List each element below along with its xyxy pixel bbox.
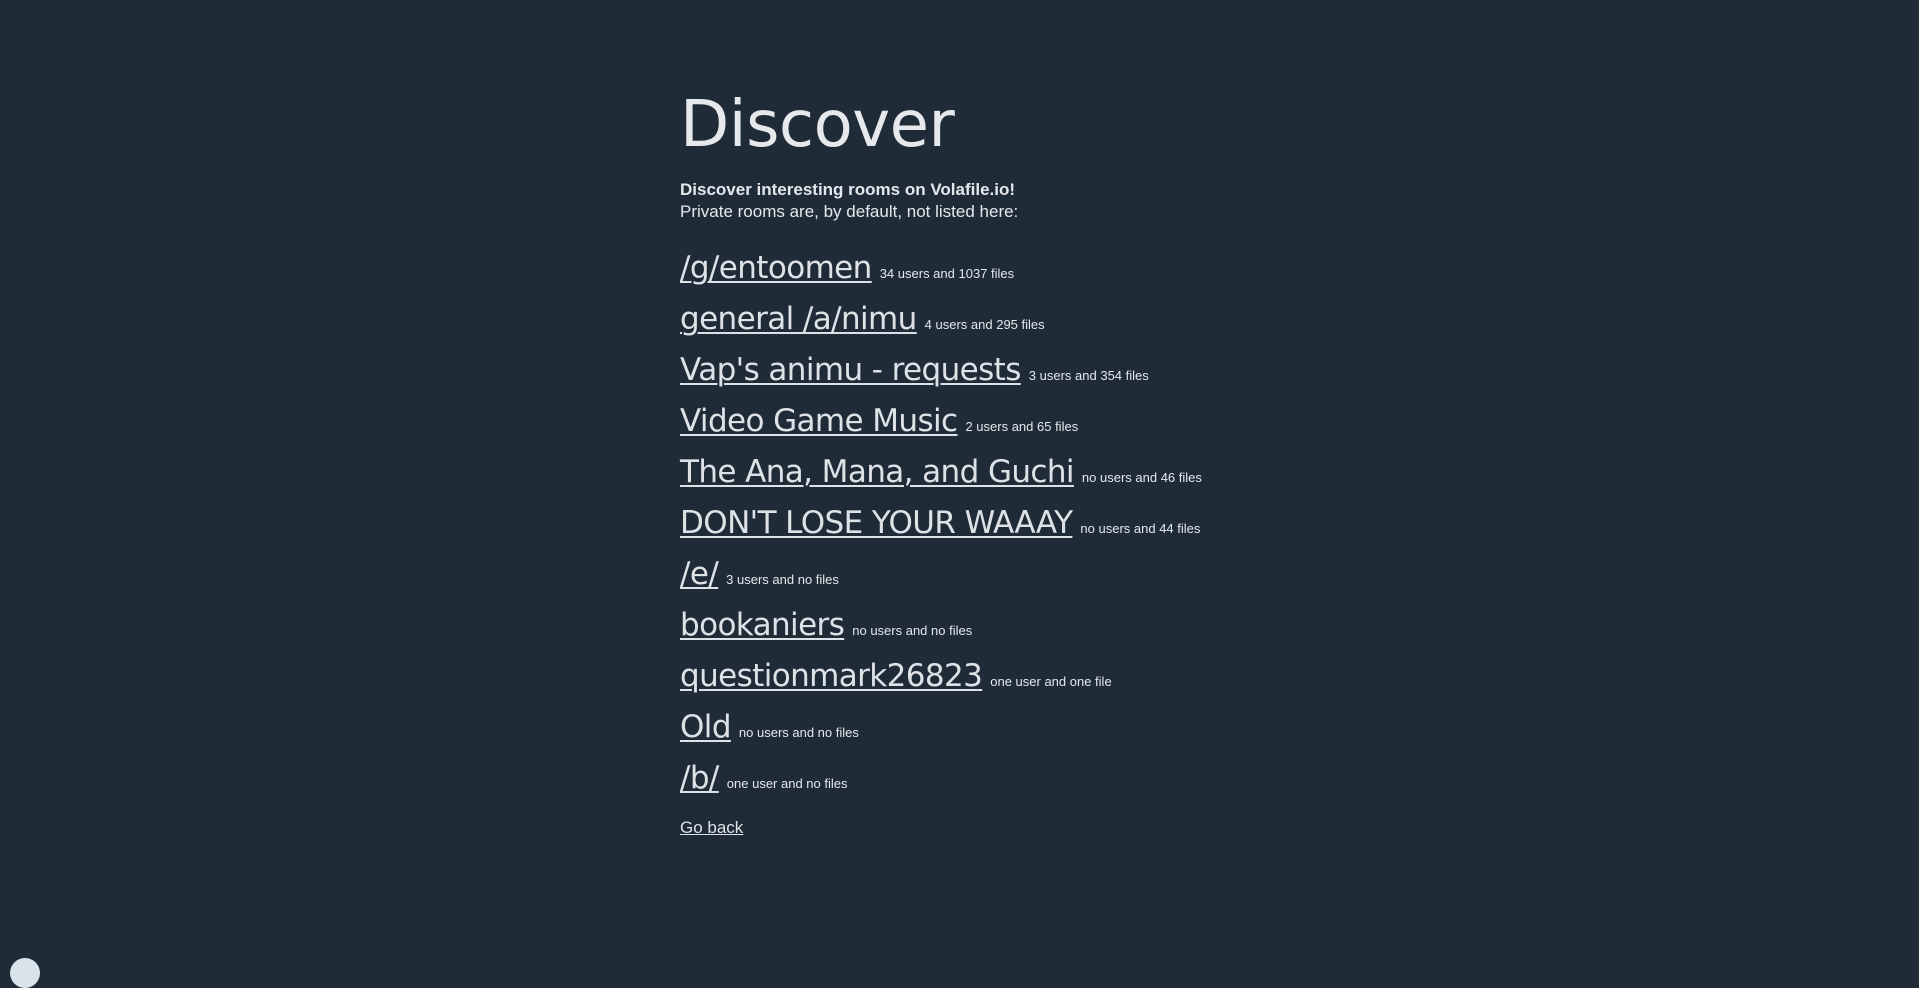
room-link[interactable]: The Ana, Mana, and Guchi	[680, 454, 1075, 490]
discover-page: Discover Discover interesting rooms on V…	[680, 85, 1440, 838]
corner-circle-icon	[10, 958, 40, 988]
room-stats: one user and no files	[726, 776, 848, 791]
list-item: Vap's animu - requests 3 users and 354 fi…	[680, 350, 1440, 401]
list-item: general /a/nimu 4 users and 295 files	[680, 299, 1440, 350]
go-back-link[interactable]: Go back	[680, 818, 743, 838]
room-link[interactable]: /g/entoomen	[680, 250, 872, 286]
room-stats: 4 users and 295 files	[924, 317, 1045, 332]
list-item: Old no users and no files	[680, 707, 1440, 758]
intro-lead: Discover interesting rooms on Volafile.i…	[680, 180, 1016, 199]
room-link[interactable]: Video Game Music	[680, 403, 958, 439]
room-stats: no users and no files	[738, 725, 859, 740]
room-link[interactable]: questionmark26823	[680, 658, 983, 694]
room-stats: 34 users and 1037 files	[879, 266, 1015, 281]
room-link[interactable]: general /a/nimu	[680, 301, 917, 337]
page-title: Discover	[680, 88, 955, 162]
room-link[interactable]: Vap's animu - requests	[680, 352, 1021, 388]
room-stats: 3 users and 354 files	[1028, 368, 1149, 383]
list-item: /b/one user and no files	[680, 758, 1440, 809]
room-link[interactable]: /b/	[680, 760, 719, 796]
list-item: The Ana, Mana, and Guchi no users and 46 …	[680, 452, 1440, 503]
list-item: bookaniers no users and no files	[680, 605, 1440, 656]
room-link[interactable]: DON'T LOSE YOUR WAAAY	[680, 505, 1073, 541]
room-stats: no users and 44 files	[1080, 521, 1201, 536]
list-item: /g/entoomen 34 users and 1037 files	[680, 248, 1440, 299]
room-link[interactable]: bookaniers	[680, 607, 845, 643]
intro-text: Discover interesting rooms on Volafile.i…	[680, 179, 1440, 223]
list-item: /e/3 users and no files	[680, 554, 1440, 605]
room-list: /g/entoomen 34 users and 1037 files gener…	[680, 248, 1440, 809]
room-link[interactable]: Old	[680, 709, 732, 745]
room-link[interactable]: /e/	[680, 556, 719, 592]
room-stats: 3 users and no files	[726, 572, 839, 587]
room-stats: no users and no files	[852, 623, 973, 638]
list-item: DON'T LOSE YOUR WAAAY no users and 44 fil…	[680, 503, 1440, 554]
room-stats: no users and 46 files	[1081, 470, 1202, 485]
list-item: questionmark26823 one user and one file	[680, 656, 1440, 707]
intro-sub: Private rooms are, by default, not liste…	[680, 202, 1019, 221]
room-stats: one user and one file	[990, 674, 1112, 689]
room-stats: 2 users and 65 files	[965, 419, 1079, 434]
list-item: Video Game Music 2 users and 65 files	[680, 401, 1440, 452]
